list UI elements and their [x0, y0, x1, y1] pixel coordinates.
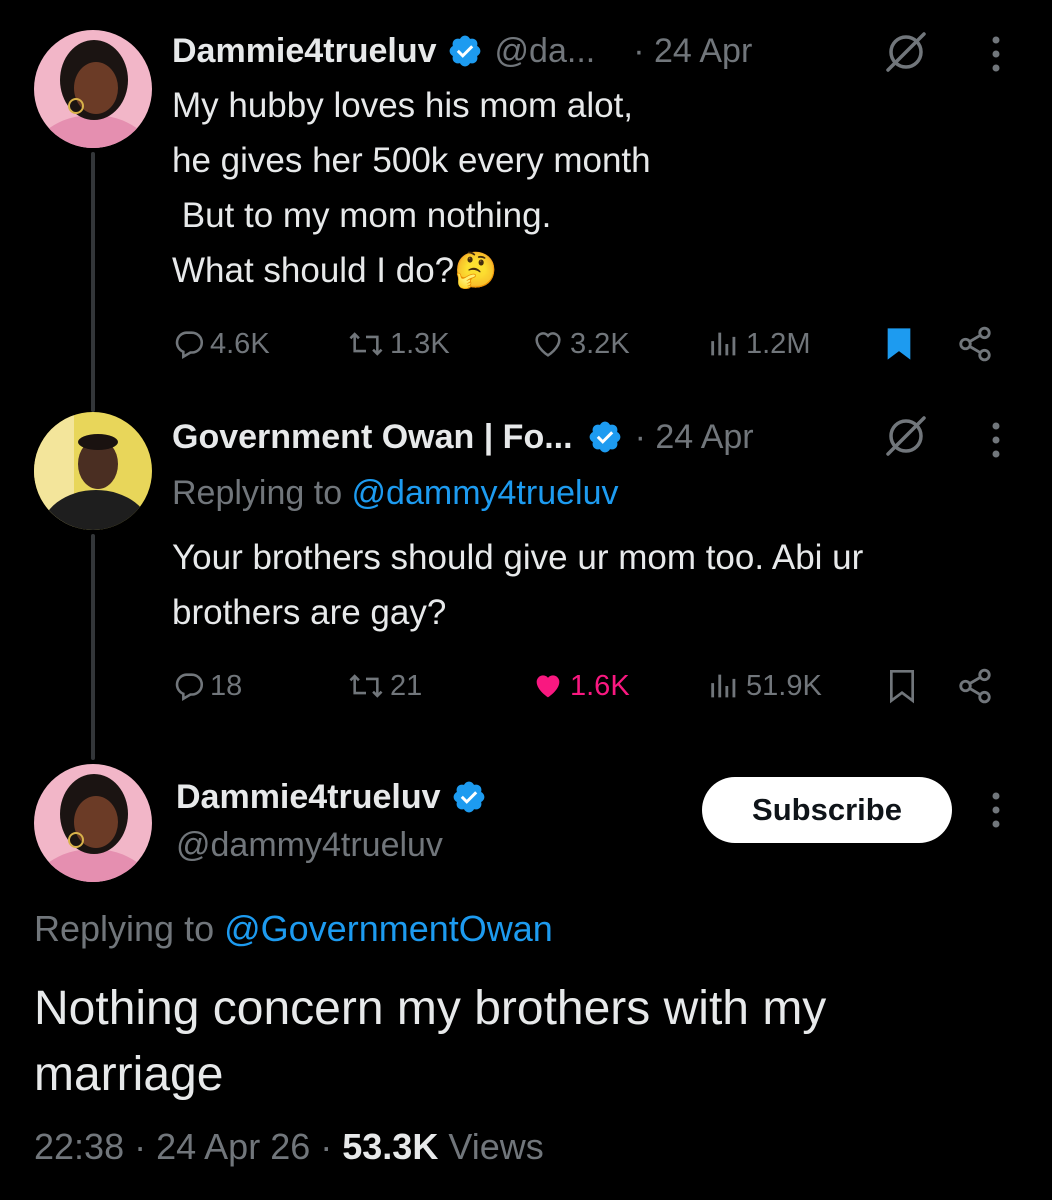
verified-badge-icon — [451, 779, 487, 815]
avatar-government-owan[interactable] — [34, 412, 152, 530]
main-author-name[interactable]: Dammie4trueluv — [176, 778, 441, 817]
main-tweet-meta: 22:38 · 24 Apr 26 · 53.3K Views — [34, 1126, 544, 1168]
reply-count: 4.6K — [210, 327, 270, 360]
like-count: 1.6K — [570, 669, 630, 702]
tweet2-line: Your brothers should give ur mom too. Ab… — [172, 538, 864, 577]
views-icon — [711, 674, 736, 698]
replying-prefix: Replying to — [34, 908, 225, 949]
replying-mention-link[interactable]: @GovernmentOwan — [224, 908, 553, 949]
repost-count: 1.3K — [390, 327, 450, 360]
like-button[interactable]: 1.6K — [530, 669, 630, 703]
reply-button[interactable]: 4.6K — [172, 327, 270, 361]
share-icon — [959, 668, 991, 704]
replying-mention-link[interactable]: @dammy4trueluv — [352, 474, 619, 512]
more-icon[interactable] — [986, 420, 1006, 465]
tweet1-actions: 4.6K 1.3K 3.2K 1.2M — [172, 322, 1012, 366]
more-icon[interactable] — [986, 790, 1006, 835]
views-button[interactable]: 51.9K — [706, 669, 822, 703]
like-icon — [535, 332, 561, 357]
tweet2-replying-to: Replying to @dammy4trueluv — [172, 474, 618, 513]
thread-line — [91, 152, 95, 412]
avatar-dammie-main[interactable] — [34, 764, 152, 882]
tweet2-header: Government Owan | Fo... · 24 Apr — [172, 414, 754, 460]
bookmark-icon — [890, 670, 914, 704]
views-label: Views — [448, 1126, 544, 1167]
views-count: 1.2M — [746, 327, 811, 360]
separator: · — [320, 1126, 343, 1167]
reply-count: 18 — [210, 669, 243, 702]
like-button[interactable]: 3.2K — [530, 327, 630, 361]
like-icon — [536, 675, 560, 698]
repost-button[interactable]: 1.3K — [346, 327, 450, 361]
share-icon — [959, 326, 991, 362]
main-tweet-text: Nothing concern my brothers with my marr… — [34, 982, 827, 1101]
tweet1-line: What should I do?🤔 — [172, 251, 498, 290]
avatar-dammie[interactable] — [34, 30, 152, 148]
main-author: Dammie4trueluv @dammy4trueluv — [176, 774, 487, 865]
reply-icon — [175, 331, 204, 360]
tweet-time[interactable]: 22:38 — [34, 1126, 124, 1167]
subscribe-button[interactable]: Subscribe — [702, 777, 952, 843]
grok-icon[interactable] — [882, 414, 930, 463]
tweet1-date[interactable]: · 24 Apr — [633, 32, 752, 71]
separator: · — [134, 1126, 157, 1167]
repost-button[interactable]: 21 — [346, 669, 422, 703]
tweet2-author-name[interactable]: Government Owan | Fo... — [172, 418, 573, 457]
tweet1-author-handle[interactable]: @da... — [495, 32, 596, 71]
share-button[interactable] — [956, 325, 998, 363]
tweet1-body: My hubby loves his mom alot, he gives he… — [172, 78, 651, 298]
repost-icon — [349, 674, 383, 698]
tweet1-header: Dammie4trueluv @da... · 24 Apr — [172, 28, 752, 74]
tweet1-line: My hubby loves his mom alot, — [172, 86, 634, 125]
tweet-date[interactable]: 24 Apr 26 — [156, 1126, 310, 1167]
tweet2-date[interactable]: · 24 Apr — [635, 418, 754, 457]
reply-icon — [175, 673, 204, 702]
views-count: 53.3K — [342, 1126, 439, 1167]
thread-line — [91, 534, 95, 760]
verified-badge-icon — [587, 419, 623, 455]
replying-prefix: Replying to — [172, 474, 352, 512]
tweet1-author-name[interactable]: Dammie4trueluv — [172, 32, 437, 71]
grok-icon[interactable] — [882, 30, 930, 79]
repost-icon — [349, 332, 383, 356]
views-count: 51.9K — [746, 669, 822, 702]
views-button[interactable]: 1.2M — [706, 327, 810, 361]
main-replying-to: Replying to @GovernmentOwan — [34, 908, 553, 950]
main-author-handle[interactable]: @dammy4trueluv — [176, 826, 487, 865]
views-icon — [711, 332, 736, 356]
bookmark-button[interactable] — [882, 325, 920, 363]
tweet2-body: Your brothers should give ur mom too. Ab… — [172, 530, 863, 640]
more-icon[interactable] — [986, 34, 1006, 79]
tweet2-actions: 18 21 1.6K 51.9K — [172, 664, 1012, 708]
share-button[interactable] — [956, 667, 998, 705]
tweet1-line: he gives her 500k every month — [172, 141, 651, 180]
tweet1-line: But to my mom nothing. — [172, 196, 552, 235]
tweet2-line: brothers are gay? — [172, 593, 447, 632]
like-count: 3.2K — [570, 327, 630, 360]
bookmark-button[interactable] — [886, 667, 922, 705]
repost-count: 21 — [390, 669, 423, 702]
verified-badge-icon — [447, 33, 483, 69]
bookmark-icon — [887, 328, 911, 360]
reply-button[interactable]: 18 — [172, 669, 242, 703]
